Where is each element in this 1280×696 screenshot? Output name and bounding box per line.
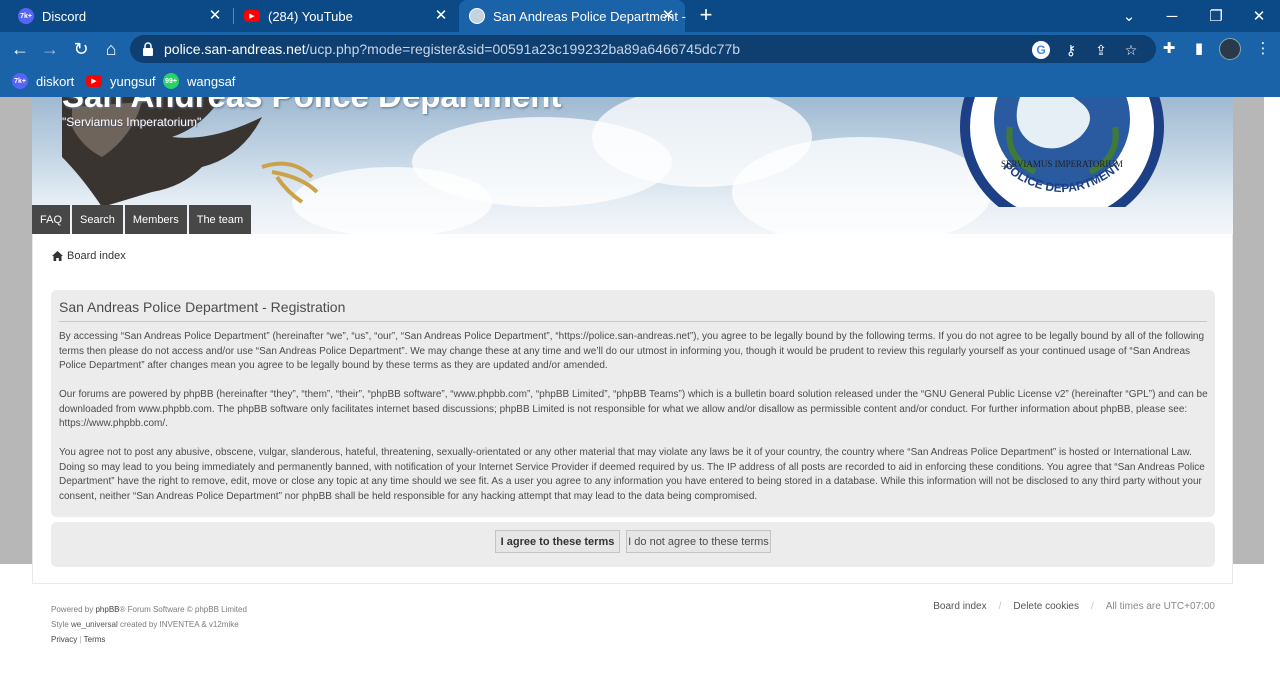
registration-panel: San Andreas Police Department - Registra…: [51, 290, 1215, 517]
disagree-button[interactable]: I do not agree to these terms: [626, 530, 771, 553]
nav-faq[interactable]: FAQ: [32, 205, 71, 234]
tab-san-andreas[interactable]: San Andreas Police Department - ✕: [459, 0, 686, 32]
star-icon[interactable]: ☆: [1122, 41, 1140, 59]
site-nav: FAQ Search Members The team: [32, 205, 252, 234]
restore-icon[interactable]: ❐: [1194, 0, 1238, 32]
lock-icon: [143, 42, 153, 56]
close-icon[interactable]: ✕: [659, 7, 677, 25]
badge-motto: SERVIAMUS IMPERATORIUM: [1001, 159, 1123, 169]
plus-icon[interactable]: +: [694, 4, 718, 28]
home-icon[interactable]: ⌂: [99, 37, 123, 61]
google-icon[interactable]: G: [1032, 41, 1050, 59]
breadcrumb[interactable]: Board index: [52, 250, 126, 262]
tab-title: (284) YouTube: [268, 8, 353, 24]
tab-youtube[interactable]: ▶ (284) YouTube ✕: [226, 0, 458, 32]
policy-links: Privacy | Terms: [51, 635, 106, 644]
powered-by-line: Powered by phpBB® Forum Software © phpBB…: [51, 605, 247, 614]
divider: /: [1091, 601, 1094, 612]
close-icon[interactable]: ✕: [206, 7, 224, 25]
bookmark-diskort[interactable]: 7k+ diskort: [12, 72, 74, 90]
footer-nav: Board index / Delete cookies / All times…: [933, 601, 1215, 612]
police-badge-icon: POLICE DEPARTMENT SERVIAMUS IMPERATORIUM: [960, 97, 1164, 207]
reload-icon[interactable]: ↻: [69, 37, 93, 61]
terms-text: By accessing “San Andreas Police Departm…: [59, 330, 1209, 519]
terms-paragraph: You agree not to post any abusive, obsce…: [59, 447, 1205, 502]
delete-cookies-link[interactable]: Delete cookies: [1013, 601, 1079, 612]
youtube-icon: ▶: [86, 75, 102, 87]
tab-title: San Andreas Police Department -: [493, 8, 686, 24]
youtube-icon: ▶: [244, 10, 260, 22]
key-icon[interactable]: ⚷: [1062, 41, 1080, 59]
close-icon[interactable]: ✕: [432, 7, 450, 25]
breadcrumb-board-index[interactable]: Board index: [67, 250, 126, 262]
discord-icon: 7k+: [12, 73, 28, 89]
divider: [59, 321, 1207, 322]
page-title: San Andreas Police Department - Registra…: [59, 299, 346, 315]
back-icon[interactable]: ←: [8, 37, 32, 61]
page-background-right: [1233, 97, 1264, 564]
bookmark-label: wangsaf: [187, 73, 236, 89]
page-background-left: [0, 97, 32, 564]
minimize-icon[interactable]: ─: [1150, 0, 1194, 32]
divider: /: [998, 601, 1002, 612]
whatsapp-icon: 99+: [163, 73, 179, 89]
cloud-decoration: [732, 137, 992, 234]
footer-board-index[interactable]: Board index: [933, 601, 986, 612]
web-page: San Andreas Police Department "Serviamus…: [0, 97, 1280, 696]
browser-tab-strip: 7k+ Discord ✕ ▶ (284) YouTube ✕ San Andr…: [0, 0, 1280, 32]
style-line: Style we_universal created by INVENTEA &…: [51, 620, 239, 629]
terms-paragraph: By accessing “San Andreas Police Departm…: [59, 331, 1205, 371]
browser-toolbar: ← → ↻ ⌂ police.san-andreas.net/ucp.php?m…: [0, 32, 1280, 65]
terms-link[interactable]: Terms: [84, 635, 106, 644]
timezone-text: All times are UTC+07:00: [1105, 601, 1215, 612]
privacy-link[interactable]: Privacy: [51, 635, 77, 644]
nav-the-team[interactable]: The team: [188, 205, 252, 234]
window-close-icon[interactable]: ✕: [1237, 0, 1280, 32]
chevron-down-icon[interactable]: ⌄: [1107, 0, 1151, 32]
tab-title: Discord: [42, 8, 87, 24]
bookmarks-bar: 7k+ diskort ▶ yungsuf 99+ wangsaf: [0, 65, 1280, 97]
extensions-icon[interactable]: ✚: [1158, 38, 1180, 60]
bookmark-yungsuf[interactable]: ▶ yungsuf: [86, 72, 156, 90]
site-description: "Serviamus Imperatorium": [62, 115, 202, 129]
agree-button[interactable]: I agree to these terms: [495, 530, 620, 553]
tab-discord[interactable]: 7k+ Discord ✕: [0, 0, 232, 32]
forward-icon[interactable]: →: [38, 37, 62, 61]
url-text: police.san-andreas.net/ucp.php?mode=regi…: [164, 41, 741, 57]
side-panel-icon[interactable]: ▮: [1188, 38, 1210, 60]
nav-search[interactable]: Search: [72, 205, 123, 234]
share-icon[interactable]: ⇪: [1092, 41, 1110, 59]
bookmark-label: diskort: [36, 73, 75, 89]
nav-members[interactable]: Members: [124, 205, 187, 234]
bookmark-wangsaf[interactable]: 99+ wangsaf: [163, 72, 235, 90]
footer-credits: Powered by phpBB® Forum Software © phpBB…: [51, 602, 247, 647]
more-icon[interactable]: ⋮: [1252, 38, 1274, 60]
home-icon: [52, 251, 63, 261]
avatar[interactable]: [1219, 38, 1241, 60]
agreement-actions: I agree to these terms I do not agree to…: [51, 522, 1215, 567]
terms-paragraph: Our forums are powered by phpBB (hereina…: [59, 389, 1208, 429]
discord-icon: 7k+: [18, 8, 34, 24]
police-badge-icon: [469, 8, 485, 24]
address-bar[interactable]: police.san-andreas.net/ucp.php?mode=regi…: [130, 35, 1156, 63]
site-title[interactable]: San Andreas Police Department: [62, 97, 561, 115]
phpbb-link[interactable]: phpBB: [95, 605, 119, 614]
bookmark-label: yungsuf: [110, 73, 156, 89]
style-name: we_universal: [71, 620, 118, 629]
